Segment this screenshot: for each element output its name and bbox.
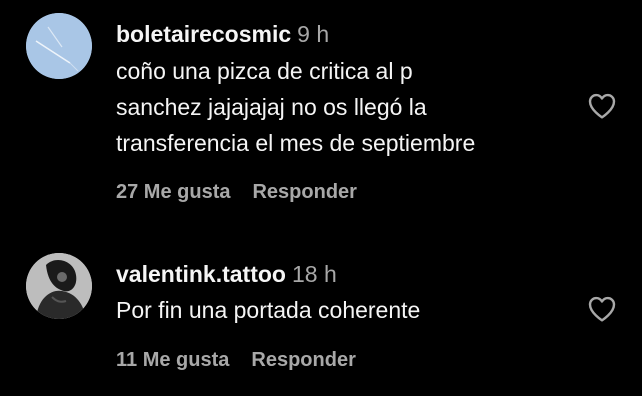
heart-outline-icon <box>588 296 616 322</box>
reply-button[interactable]: Responder <box>252 181 356 203</box>
avatar-image <box>26 13 92 79</box>
comment-header: boletairecosmic 9 h <box>116 20 329 48</box>
comment-item: valentink.tattoo 18 h Por fin una portada… <box>0 230 642 396</box>
comment-username[interactable]: valentink.tattoo <box>116 261 286 287</box>
likes-count[interactable]: 11 Me gusta <box>116 349 229 371</box>
comment-text-line: sanchez jajajajaj no os llegó la <box>116 94 427 120</box>
comment-text-line: coño una pizca de critica al p <box>116 58 413 84</box>
like-button[interactable] <box>585 293 619 325</box>
heart-outline-icon <box>588 93 616 119</box>
comment-text-line: Por fin una portada coherente <box>116 297 421 323</box>
comment-actions: 27 Me gusta Responder <box>116 181 357 204</box>
avatar[interactable] <box>26 253 92 319</box>
avatar[interactable] <box>26 13 92 79</box>
comment-time: 18 h <box>291 261 337 287</box>
comment-time: 9 h <box>297 21 330 47</box>
comment-actions: 11 Me gusta Responder <box>116 349 356 372</box>
like-button[interactable] <box>585 90 619 122</box>
comment-header: valentink.tattoo 18 h <box>116 260 337 288</box>
likes-count[interactable]: 27 Me gusta <box>116 181 230 203</box>
comment-text-line: transferencia el mes de septiembre <box>116 130 476 156</box>
reply-button[interactable]: Responder <box>251 349 355 371</box>
comment-item: boletairecosmic 9 h coño una pizca de cri… <box>0 0 642 230</box>
avatar-image <box>26 253 92 319</box>
comment-username[interactable]: boletairecosmic <box>116 21 291 47</box>
